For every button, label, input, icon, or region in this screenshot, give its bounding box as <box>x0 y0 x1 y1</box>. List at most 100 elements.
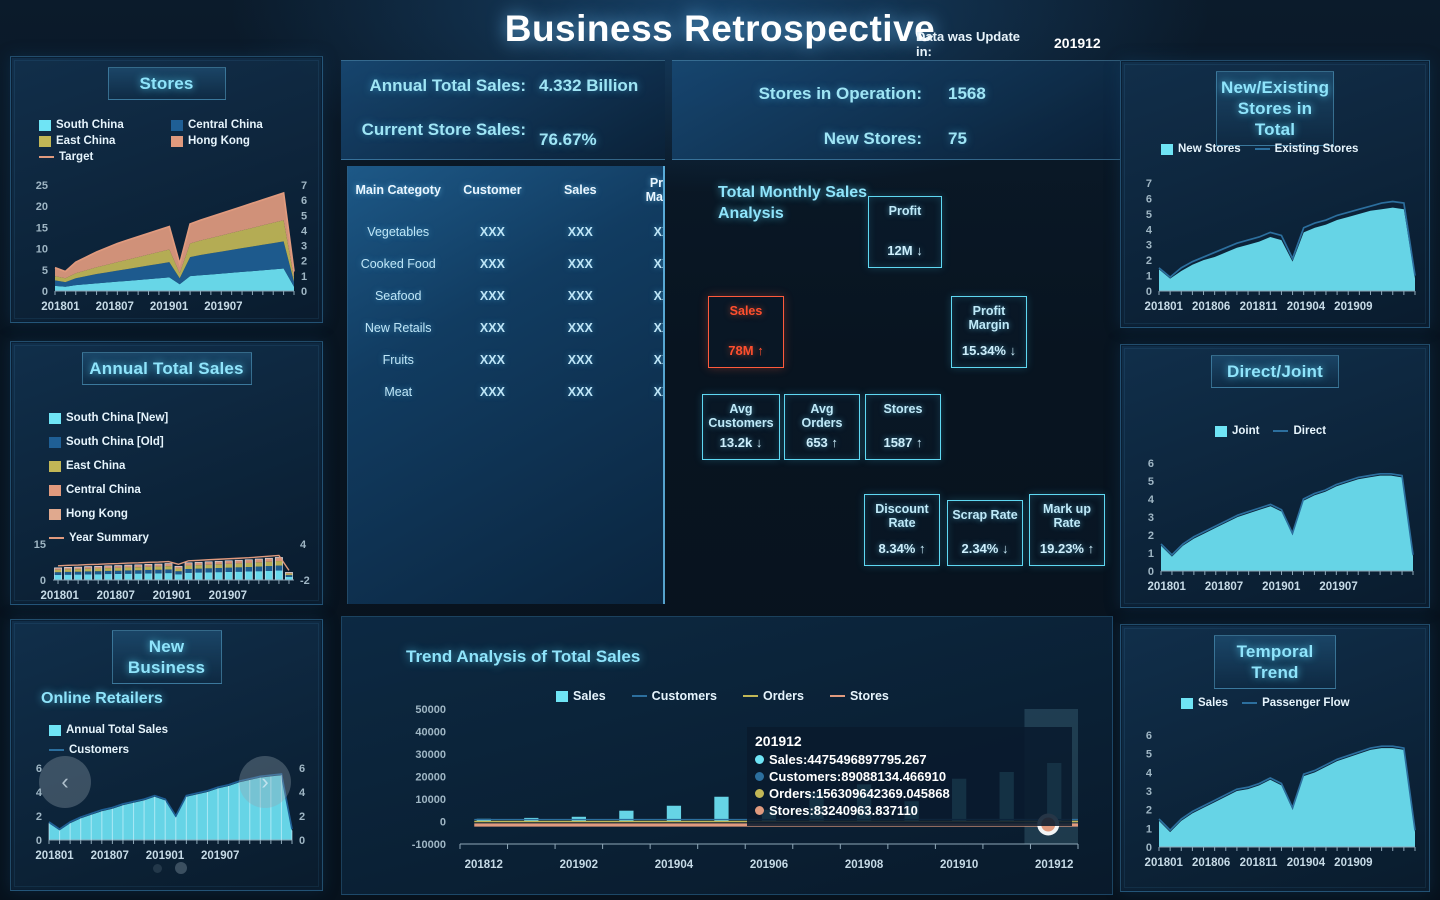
svg-text:10: 10 <box>36 244 48 256</box>
legend-item[interactable]: Direct <box>1273 425 1326 437</box>
card-value: 12M ↓ <box>887 243 923 258</box>
chart-new-existing-stores[interactable]: 0 1 2 3 4 5 6 7 201801 201806 201811 201904 201909 <box>1121 173 1431 325</box>
svg-text:201904: 201904 <box>1287 301 1326 313</box>
legend-item[interactable]: East China <box>39 135 157 147</box>
carousel-dot[interactable] <box>153 864 162 873</box>
svg-text:20: 20 <box>36 201 48 213</box>
legend-label: Target <box>59 151 94 163</box>
table-col-profit-margin[interactable]: Profit Margin <box>624 166 663 216</box>
legend-item[interactable]: South China [Old] <box>49 436 299 448</box>
table-col-main-category[interactable]: Main Categoty <box>348 166 448 216</box>
card-stores[interactable]: Stores 1587 ↑ <box>865 394 941 460</box>
category-table-panel[interactable]: Main Categoty Customer Sales Profit Marg… <box>347 166 665 604</box>
panel-title-direct-joint: Direct/Joint <box>1211 355 1339 388</box>
table-row[interactable]: Vegetables XXX XXX XXX <box>348 216 663 248</box>
table-row[interactable]: New Retails XXX XXX XXX <box>348 312 663 344</box>
svg-text:15: 15 <box>34 539 46 551</box>
chart-annual-total-sales[interactable]: 15 0 4 -2 201801 201807 201901 201907 <box>11 536 324 606</box>
svg-text:0: 0 <box>301 286 307 298</box>
legend-label: Direct <box>1293 425 1327 437</box>
card-sales[interactable]: Sales 78M ↑ <box>708 296 784 368</box>
panel-annual-total-sales: Annual Total Sales South China [New] Sou… <box>10 341 323 605</box>
legend-line-target <box>39 156 54 158</box>
legend-swatch-east-china <box>39 135 51 147</box>
legend-swatch-hong-kong <box>49 508 61 520</box>
legend-item[interactable]: Customers <box>49 744 299 756</box>
svg-text:30000: 30000 <box>415 749 446 761</box>
legend-item[interactable]: South China <box>39 119 157 131</box>
svg-text:2: 2 <box>1148 530 1154 542</box>
svg-text:201801: 201801 <box>41 301 80 313</box>
table-row[interactable]: Meat XXX XXX XXX <box>348 376 663 408</box>
chart-temporal-trend[interactable]: 0 1 2 3 4 5 6 201801 201806 201811 201904 201909 <box>1121 725 1431 885</box>
table-cell: XXX <box>567 289 593 303</box>
svg-text:40000: 40000 <box>415 727 446 739</box>
tooltip-dot-orders <box>755 789 764 798</box>
legend-item[interactable]: Central China <box>171 119 263 131</box>
card-value: 15.34% ↓ <box>961 343 1017 358</box>
svg-text:201908: 201908 <box>845 859 884 871</box>
carousel-dot-active[interactable] <box>175 862 187 874</box>
table-row[interactable]: Seafood XXX XXX XXX <box>348 280 663 312</box>
svg-text:7: 7 <box>301 180 307 192</box>
svg-text:5: 5 <box>1146 209 1152 221</box>
carousel-next-button[interactable]: › <box>239 756 291 808</box>
trend-analysis-title: Trend Analysis of Total Sales <box>406 647 641 666</box>
kpi-label-current-store-sales: Current Store Sales: <box>361 120 526 139</box>
legend-item[interactable]: Sales <box>1181 697 1228 709</box>
legend-swatch-hong-kong <box>171 135 183 147</box>
legend-label: South China [New] <box>66 412 169 424</box>
new-business-subtitle: Online Retailers <box>41 690 163 707</box>
card-discount-rate[interactable]: Discount Rate 8.34% ↑ <box>864 494 940 566</box>
chart-direct-joint[interactable]: 0 1 2 3 4 5 6 201801 201807 201901 201907 <box>1121 453 1431 605</box>
table-row[interactable]: Cooked Food XXX XXX XXX <box>348 248 663 280</box>
legend-item[interactable]: Target <box>39 151 157 163</box>
legend-label: Existing Stores <box>1274 143 1359 155</box>
svg-text:4: 4 <box>1146 767 1153 779</box>
svg-text:3: 3 <box>301 241 307 253</box>
legend-line-orders <box>742 695 758 697</box>
table-col-sales[interactable]: Sales <box>536 166 624 216</box>
legend-swatch-east-china <box>49 460 61 472</box>
card-avg-customers[interactable]: Avg Customers 13.2k ↓ <box>702 394 780 460</box>
card-profit[interactable]: Profit 12M ↓ <box>868 196 942 268</box>
legend-item[interactable]: South China [New] <box>49 412 299 424</box>
table-cell: XXX <box>653 225 663 239</box>
table-col-customer[interactable]: Customer <box>448 166 536 216</box>
kpi-value-new-stores: 75 <box>948 129 967 148</box>
legend-item[interactable]: Hong Kong <box>49 508 299 520</box>
card-profit-margin[interactable]: Profit Margin 15.34% ↓ <box>951 296 1027 368</box>
card-markup-rate[interactable]: Mark up Rate 19.23% ↑ <box>1029 494 1105 566</box>
kpi-bar-left: Annual Total Sales: 4.332 Billion Curren… <box>341 60 665 160</box>
card-scrap-rate[interactable]: Scrap Rate 2.34% ↓ <box>947 500 1023 566</box>
tooltip-text-customers: Customers:89088134.466910 <box>769 769 947 784</box>
legend-item[interactable]: Central China <box>49 484 299 496</box>
legend-swatch-annual-total-sales <box>49 724 61 736</box>
panel-stores: Stores South China Central China East Ch… <box>10 56 323 323</box>
legend-item[interactable]: Annual Total Sales <box>49 724 299 736</box>
legend-item[interactable]: Hong Kong <box>171 135 250 147</box>
chart-stores[interactable]: 0 5 10 15 20 25 0 1 2 3 4 5 6 7 201801 201807 201901 2019… <box>11 175 324 323</box>
tooltip-text-stores: Stores:83240963.837110 <box>769 803 918 818</box>
table-cell: XXX <box>653 385 663 399</box>
carousel-prev-button[interactable]: ‹ <box>39 756 91 808</box>
table-cell: XXX <box>479 289 505 303</box>
table-cell: Seafood <box>374 289 422 303</box>
legend-item[interactable]: Existing Stores <box>1254 143 1359 155</box>
card-avg-orders[interactable]: Avg Orders 653 ↑ <box>784 394 860 460</box>
legend-item[interactable]: Passenger Flow <box>1242 697 1350 709</box>
svg-text:50000: 50000 <box>415 704 446 716</box>
legend-line-existing-stores <box>1254 148 1270 150</box>
card-value: 19.23% ↑ <box>1039 541 1095 556</box>
svg-text:201807: 201807 <box>96 301 134 313</box>
panel-direct-joint: Direct/Joint Joint Direct 0 1 2 3 4 5 6 201801 2… <box>1120 344 1430 608</box>
svg-text:4: 4 <box>1148 494 1155 506</box>
legend-item[interactable]: East China <box>49 460 299 472</box>
monthly-analysis-title: Total Monthly Sales Analysis <box>718 184 868 222</box>
card-label: Avg Customers <box>708 402 774 430</box>
table-row[interactable]: Fruits XXX XXX XXX <box>348 344 663 376</box>
legend-item[interactable]: New Stores <box>1161 143 1241 155</box>
panel-new-business: New Business Online Retailers Annual Tot… <box>10 619 323 891</box>
legend-item[interactable]: Joint <box>1215 425 1259 437</box>
table-cell: XXX <box>567 385 593 399</box>
